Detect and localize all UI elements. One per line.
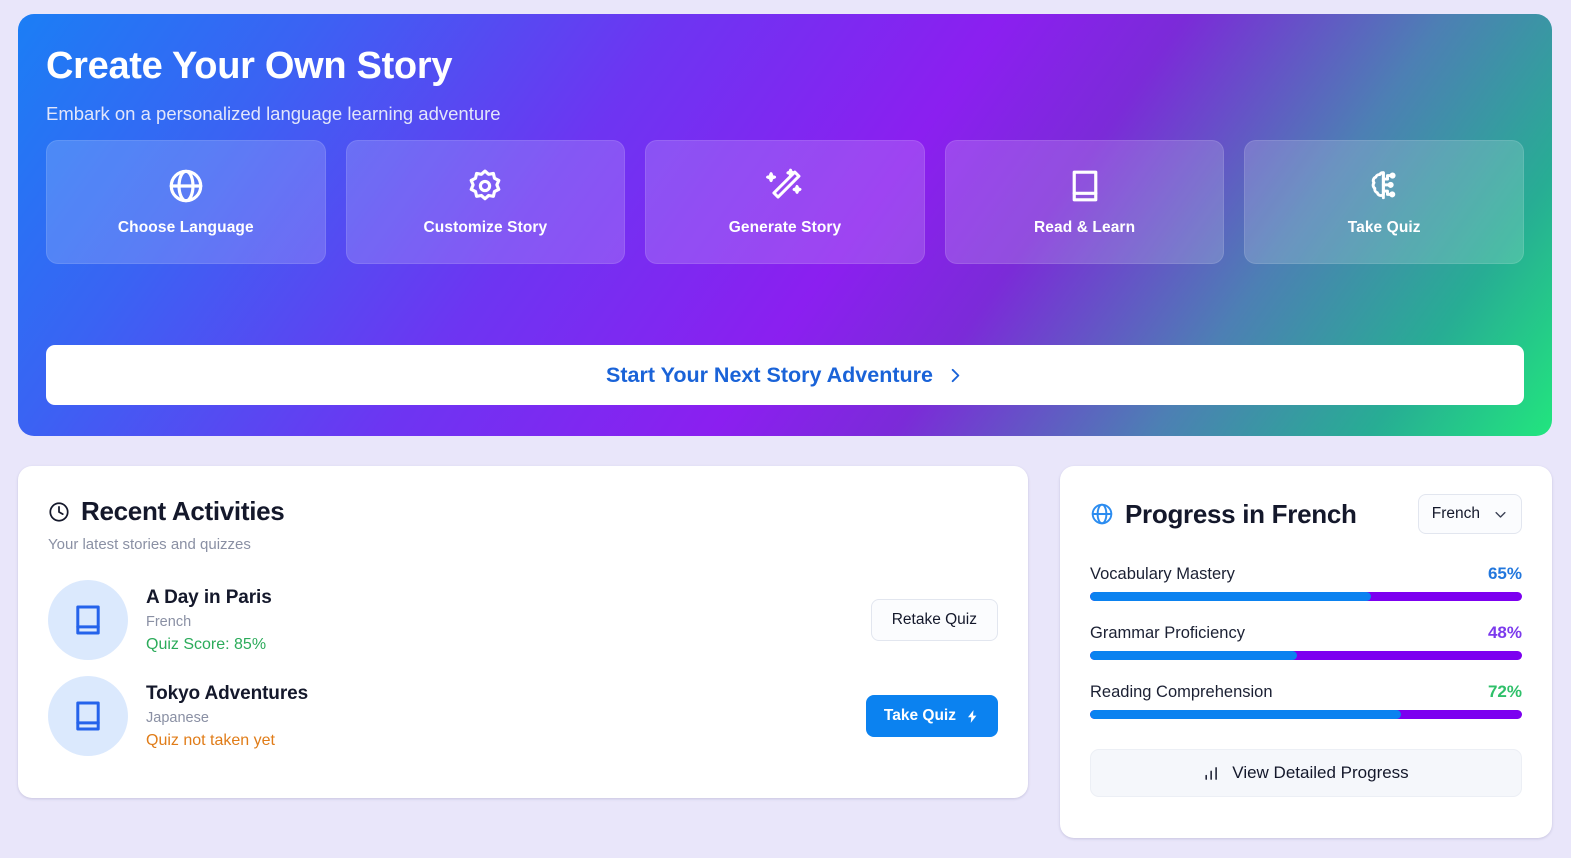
list-item[interactable]: Tokyo Adventures Japanese Quiz not taken… <box>48 675 998 757</box>
brain-circuit-icon <box>1365 167 1403 205</box>
metric-value: 72% <box>1488 682 1522 702</box>
gear-icon <box>466 167 504 205</box>
start-story-adventure-button[interactable]: Start Your Next Story Adventure <box>46 345 1524 405</box>
lightning-bolt-icon <box>965 709 980 724</box>
chevron-down-icon <box>1493 507 1508 522</box>
take-quiz-button[interactable]: Take Quiz <box>866 695 998 737</box>
retake-quiz-button[interactable]: Retake Quiz <box>871 599 998 641</box>
book-icon <box>1066 167 1104 205</box>
feature-card-choose-language[interactable]: Choose Language <box>46 140 326 264</box>
magic-wand-icon <box>766 167 804 205</box>
activity-language: French <box>146 614 871 630</box>
list-item-text: A Day in Paris French Quiz Score: 85% <box>146 587 871 654</box>
avatar <box>48 676 128 756</box>
progress-bar-fill <box>1090 592 1371 601</box>
progress-title: Progress in French <box>1125 499 1357 530</box>
chevron-right-icon <box>947 367 964 384</box>
metric-value: 48% <box>1488 623 1522 643</box>
metric-label: Vocabulary Mastery <box>1090 565 1235 584</box>
activity-title: Tokyo Adventures <box>146 683 866 705</box>
activity-language: Japanese <box>146 710 866 726</box>
page-subtitle: Embark on a personalized language learni… <box>46 103 501 125</box>
feature-card-label: Choose Language <box>118 219 254 237</box>
progress-bar-track <box>1090 651 1522 660</box>
feature-card-take-quiz[interactable]: Take Quiz <box>1244 140 1524 264</box>
feature-card-customize-story[interactable]: Customize Story <box>346 140 626 264</box>
progress-header: Progress in French French <box>1090 494 1522 534</box>
recent-activities-header: Recent Activities <box>48 496 998 527</box>
activity-title: A Day in Paris <box>146 587 871 609</box>
feature-card-label: Take Quiz <box>1348 219 1421 237</box>
feature-card-label: Read & Learn <box>1034 219 1135 237</box>
recent-activities-title: Recent Activities <box>81 496 284 527</box>
cta-label: Start Your Next Story Adventure <box>606 363 933 388</box>
progress-metric-vocabulary-mastery: Vocabulary Mastery 65% <box>1090 564 1522 601</box>
view-detailed-progress-label: View Detailed Progress <box>1232 763 1408 783</box>
view-detailed-progress-button[interactable]: View Detailed Progress <box>1090 749 1522 797</box>
feature-card-list: Choose Language Customize Story Gene <box>46 140 1524 264</box>
avatar <box>48 580 128 660</box>
metric-value: 65% <box>1488 564 1522 584</box>
progress-bar-fill <box>1090 710 1401 719</box>
bar-chart-icon <box>1203 765 1220 782</box>
recent-activities-subtitle: Your latest stories and quizzes <box>48 536 998 553</box>
feature-card-label: Generate Story <box>729 219 842 237</box>
globe-icon <box>167 167 205 205</box>
take-quiz-label: Take Quiz <box>884 707 956 725</box>
status-badge: Quiz Score: 85% <box>146 636 871 654</box>
recent-activities-panel: Recent Activities Your latest stories an… <box>18 466 1028 798</box>
metric-label: Reading Comprehension <box>1090 683 1273 702</box>
globe-icon <box>1090 502 1114 526</box>
feature-card-label: Customize Story <box>423 219 547 237</box>
progress-metric-grammar-proficiency: Grammar Proficiency 48% <box>1090 623 1522 660</box>
page-title: Create Your Own Story <box>46 45 452 88</box>
list-item-text: Tokyo Adventures Japanese Quiz not taken… <box>146 683 866 750</box>
language-select-value: French <box>1432 505 1480 523</box>
metric-label: Grammar Proficiency <box>1090 624 1245 643</box>
progress-bar-track <box>1090 592 1522 601</box>
progress-panel: Progress in French French Vocabulary Mas… <box>1060 466 1552 838</box>
status-badge: Quiz not taken yet <box>146 732 866 750</box>
language-select[interactable]: French <box>1418 494 1522 534</box>
progress-metric-reading-comprehension: Reading Comprehension 72% <box>1090 682 1522 719</box>
progress-title-row: Progress in French <box>1090 499 1357 530</box>
progress-bar-track <box>1090 710 1522 719</box>
hero-banner: Create Your Own Story Embark on a person… <box>18 14 1552 436</box>
list-item[interactable]: A Day in Paris French Quiz Score: 85% Re… <box>48 579 998 661</box>
progress-bar-fill <box>1090 651 1297 660</box>
clock-icon <box>48 501 70 523</box>
feature-card-read-and-learn[interactable]: Read & Learn <box>945 140 1225 264</box>
feature-card-generate-story[interactable]: Generate Story <box>645 140 925 264</box>
